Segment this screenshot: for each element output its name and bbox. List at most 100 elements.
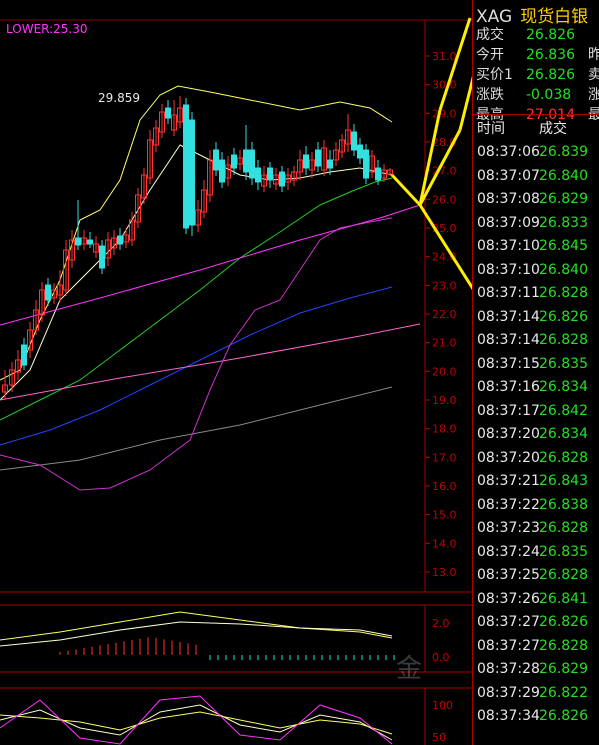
quote-row-label: 今开 xyxy=(476,47,504,63)
quote-row: 成交 26.826 xyxy=(476,24,588,44)
tick-price: 26.845 xyxy=(539,238,588,254)
price-tick-label: 13.0 xyxy=(432,566,457,579)
tick-price: 26.822 xyxy=(539,684,588,701)
tick-time: 08:37:14 xyxy=(477,308,540,325)
tick-time: 08:37:14 xyxy=(477,332,540,348)
tick-price: 26.828 xyxy=(539,567,588,583)
tick-price: 26.835 xyxy=(539,355,588,372)
tick-row[interactable]: 08:37:1726.842 xyxy=(477,403,588,425)
tick-time: 08:37:24 xyxy=(477,543,540,560)
macd-dif-line xyxy=(0,611,393,641)
tick-row[interactable]: 08:37:2826.829 xyxy=(477,661,588,683)
tick-row[interactable]: 08:37:2726.826 xyxy=(477,614,588,636)
lower-band-label: LOWER:25.30 xyxy=(6,22,88,36)
price-tick-label: 16.0 xyxy=(432,480,457,493)
tick-price: 26.826 xyxy=(539,308,588,325)
tick-time: 08:37:23 xyxy=(477,520,540,536)
candle-body xyxy=(45,284,51,301)
lower-band-line xyxy=(0,217,393,491)
tick-price: 26.834 xyxy=(539,426,588,442)
candle-body xyxy=(87,239,93,245)
tick-row[interactable]: 08:37:1126.828 xyxy=(477,285,588,307)
tick-row[interactable]: 08:37:0926.833 xyxy=(477,215,588,237)
tick-price: 26.828 xyxy=(539,332,588,348)
tick-time: 08:37:27 xyxy=(477,637,540,654)
candle-body xyxy=(231,154,237,169)
quote-row-value: 26.826 xyxy=(526,67,575,83)
tick-row[interactable]: 08:37:2926.822 xyxy=(477,685,588,707)
tick-price: 26.826 xyxy=(539,708,588,724)
tick-row[interactable]: 08:37:1626.834 xyxy=(477,379,588,401)
candle-body xyxy=(351,131,357,151)
annotation-arrow xyxy=(390,173,422,207)
peak-price-label: 29.859 xyxy=(98,91,140,105)
candle-body xyxy=(375,167,381,181)
tick-price: 26.828 xyxy=(539,520,588,536)
ticks-header-row: 时间 成交 xyxy=(477,118,567,140)
annotation-arrow xyxy=(458,75,472,131)
macd-dea-line xyxy=(0,621,393,647)
candle-body xyxy=(279,171,285,187)
tick-time: 08:37:26 xyxy=(477,590,540,607)
kdj-k-line xyxy=(0,704,393,741)
tick-time: 08:37:10 xyxy=(477,238,540,254)
quote-row-right-label: 卖 xyxy=(588,67,599,83)
tick-row[interactable]: 08:37:2526.828 xyxy=(477,567,588,589)
tick-row[interactable]: 08:37:1026.840 xyxy=(477,262,588,284)
price-tick-label: 14.0 xyxy=(432,537,457,550)
tick-row[interactable]: 08:37:2126.843 xyxy=(477,473,588,495)
price-tick-label: 15.0 xyxy=(432,509,457,522)
tick-row[interactable]: 08:37:2626.841 xyxy=(477,591,588,613)
annotation-arrow xyxy=(438,17,472,111)
quote-row: 涨跌 -0.038 涨 xyxy=(476,84,599,104)
tick-time: 08:37:29 xyxy=(477,684,540,701)
tick-time: 08:37:11 xyxy=(477,285,540,301)
tick-row[interactable]: 08:37:2326.828 xyxy=(477,520,588,542)
tick-time: 08:37:28 xyxy=(477,661,540,677)
price-tick-label: 17.0 xyxy=(432,451,457,464)
tick-row[interactable]: 08:37:1026.845 xyxy=(477,238,588,260)
quote-row-value: 26.826 xyxy=(526,27,575,43)
candle-body xyxy=(267,167,273,181)
candle-body xyxy=(189,119,195,226)
candle-body xyxy=(165,107,171,119)
macd-tick-label: 0.0 xyxy=(432,651,450,664)
kline-chart[interactable]: 31.030.029.028.027.026.025.024.023.022.0… xyxy=(0,0,472,745)
tick-price: 26.829 xyxy=(539,191,588,207)
tick-time: 08:37:15 xyxy=(477,355,540,372)
quote-row-right-label: 昨 xyxy=(588,47,599,63)
tick-row[interactable]: 08:37:3426.826 xyxy=(477,708,588,730)
quote-row-label: 涨跌 xyxy=(476,87,504,103)
tick-row[interactable]: 08:37:2026.828 xyxy=(477,450,588,472)
tick-price: 26.833 xyxy=(539,214,588,231)
candle-body xyxy=(357,144,363,159)
tick-row[interactable]: 08:37:1426.826 xyxy=(477,309,588,331)
candle-body xyxy=(183,104,189,229)
candle-body xyxy=(219,159,225,183)
tick-row[interactable]: 08:37:0626.839 xyxy=(477,144,588,166)
tick-price: 26.841 xyxy=(539,590,588,607)
tick-time: 08:37:34 xyxy=(477,708,540,724)
macd-pane: 2.0 0.0 xyxy=(0,611,450,664)
tick-time: 08:37:27 xyxy=(477,614,540,630)
candle-body xyxy=(243,149,249,173)
tick-price: 26.838 xyxy=(539,496,588,513)
tick-time: 08:37:08 xyxy=(477,191,540,207)
candle-body xyxy=(213,149,219,171)
tick-row[interactable]: 08:37:0826.829 xyxy=(477,191,588,213)
tick-row[interactable]: 08:37:2226.838 xyxy=(477,497,588,519)
tick-row[interactable]: 08:37:1526.835 xyxy=(477,356,588,378)
tick-price: 26.840 xyxy=(539,261,588,278)
tick-time: 08:37:20 xyxy=(477,426,540,442)
tick-row[interactable]: 08:37:2026.834 xyxy=(477,426,588,448)
candlesticks xyxy=(2,96,393,400)
tick-row[interactable]: 08:37:2426.835 xyxy=(477,544,588,566)
tick-row[interactable]: 08:37:1426.828 xyxy=(477,332,588,354)
candle-body xyxy=(75,237,81,246)
quote-row-right-label: 最 xyxy=(588,107,599,123)
tick-row[interactable]: 08:37:0726.840 xyxy=(477,168,588,190)
tick-row[interactable]: 08:37:2726.828 xyxy=(477,638,588,660)
candle-body xyxy=(255,167,261,183)
candle-body xyxy=(21,344,27,366)
quote-row: 今开 26.836 昨 xyxy=(476,44,599,64)
